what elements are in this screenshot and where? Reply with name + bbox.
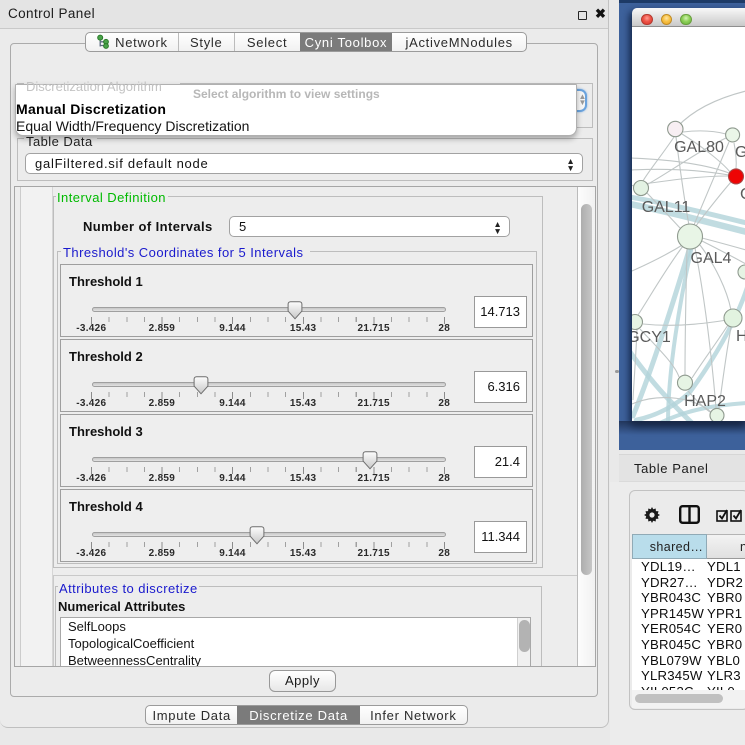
svg-text:GAL80: GAL80 — [674, 139, 724, 156]
svg-text:CY: CY — [740, 186, 745, 203]
svg-text:GAL11: GAL11 — [642, 199, 691, 216]
svg-text:HAP2: HAP2 — [684, 393, 726, 410]
svg-text:GA: GA — [735, 144, 745, 161]
svg-text:HI: HI — [736, 328, 745, 345]
svg-text:GCY1: GCY1 — [632, 329, 671, 346]
svg-text:GAL4: GAL4 — [691, 250, 732, 267]
